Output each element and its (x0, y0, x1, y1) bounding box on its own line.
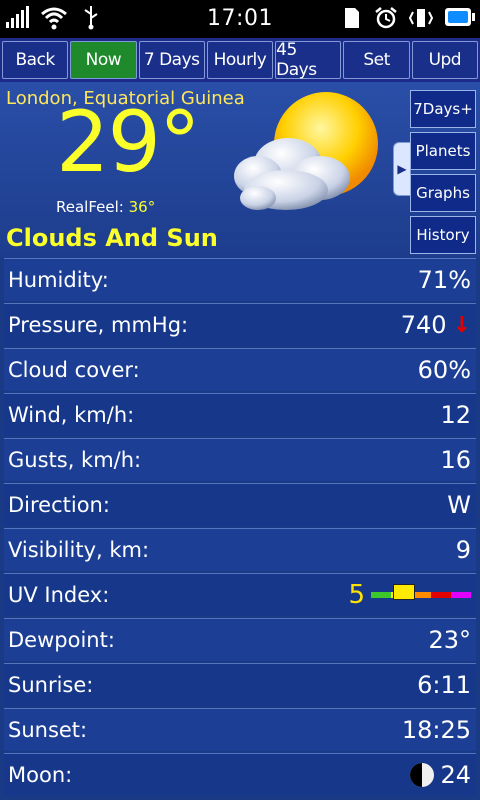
row-humidity: Humidity: 71% (4, 258, 476, 301)
row-value: 5 (348, 580, 365, 610)
row-label: UV Index: (8, 583, 110, 607)
row-label: Visibility, km: (8, 538, 150, 562)
row-moon: Moon: 24 (4, 753, 476, 796)
condition-text: Clouds And Sun (6, 224, 218, 252)
row-label: Gusts, km/h: (8, 448, 142, 472)
battery-icon (445, 8, 475, 26)
row-wind: Wind, km/h: 12 (4, 393, 476, 436)
row-label: Dewpoint: (8, 628, 115, 652)
uv-marker-icon (393, 584, 415, 600)
nav-7days-tab[interactable]: 7 Days (138, 41, 205, 79)
details-list: Humidity: 71% Pressure, mmHg: 740 ↓ Clou… (0, 258, 480, 798)
vibrate-icon (408, 9, 434, 27)
row-value: 16 (440, 446, 471, 474)
side-menu: 7Days+ Planets Graphs History (410, 90, 476, 258)
chevron-right-icon: ▶ (397, 162, 407, 176)
nav-now-tab[interactable]: Now (70, 41, 137, 79)
moon-value-container: 24 (410, 761, 471, 789)
row-value: 24 (440, 761, 471, 789)
row-label: Wind, km/h: (8, 403, 135, 427)
uv-scale-segment (371, 592, 391, 598)
uv-scale-bar (371, 584, 471, 600)
row-value: 18:25 (401, 716, 471, 744)
current-conditions: London, Equatorial Guinea 29° RealFeel: … (0, 82, 480, 258)
side-7daysplus-button[interactable]: 7Days+ (410, 90, 476, 128)
partly-cloudy-icon (234, 92, 378, 210)
row-value: 12 (440, 401, 471, 429)
row-sunset: Sunset: 18:25 (4, 708, 476, 751)
nav-back-button[interactable]: Back (2, 41, 69, 79)
realfeel-label: RealFeel: (56, 198, 124, 216)
row-value: 9 (455, 536, 471, 564)
side-menu-handle[interactable]: ▶ (393, 142, 411, 196)
row-value-container: 740 ↓ (401, 311, 471, 339)
row-dewpoint: Dewpoint: 23° (4, 618, 476, 661)
uv-value-container: 5 (348, 580, 471, 610)
row-pressure: Pressure, mmHg: 740 ↓ (4, 303, 476, 346)
row-value: 60% (417, 356, 471, 384)
row-label: Sunset: (8, 718, 88, 742)
nav-45days-tab[interactable]: 45 Days (275, 40, 342, 80)
nav-hourly-tab[interactable]: Hourly (206, 41, 274, 79)
top-navigation: Back Now 7 Days Hourly 45 Days Set Upd (0, 38, 480, 82)
row-value: W (447, 491, 471, 519)
row-cloud-cover: Cloud cover: 60% (4, 348, 476, 391)
row-label: Humidity: (8, 268, 109, 292)
row-value: 71% (417, 266, 471, 294)
uv-scale-segment (431, 592, 451, 598)
row-label: Sunrise: (8, 673, 94, 697)
realfeel: RealFeel: 36° (56, 198, 155, 216)
nav-set-button[interactable]: Set (343, 41, 410, 79)
side-graphs-button[interactable]: Graphs (410, 174, 476, 212)
row-label: Cloud cover: (8, 358, 140, 382)
row-visibility: Visibility, km: 9 (4, 528, 476, 571)
row-label: Pressure, mmHg: (8, 313, 189, 337)
row-gusts: Gusts, km/h: 16 (4, 438, 476, 481)
side-history-button[interactable]: History (410, 216, 476, 254)
nav-update-button[interactable]: Upd (411, 41, 478, 79)
row-value: 6:11 (417, 671, 471, 699)
moon-phase-icon (410, 763, 435, 787)
row-label: Direction: (8, 493, 110, 517)
row-value: 23° (428, 626, 471, 654)
current-temperature: 29° (56, 93, 201, 191)
row-uv-index: UV Index: 5 (4, 573, 476, 616)
uv-scale-segment (451, 592, 471, 598)
status-bar: 17:01 (0, 0, 480, 38)
alarm-icon (375, 7, 397, 29)
realfeel-value: 36° (128, 198, 156, 216)
sd-card-icon (345, 8, 359, 28)
row-value: 740 (400, 311, 447, 339)
side-planets-button[interactable]: Planets (410, 132, 476, 170)
row-label: Moon: (8, 763, 73, 787)
row-direction: Direction: W (4, 483, 476, 526)
arrow-down-icon: ↓ (452, 312, 471, 338)
row-sunrise: Sunrise: 6:11 (4, 663, 476, 706)
